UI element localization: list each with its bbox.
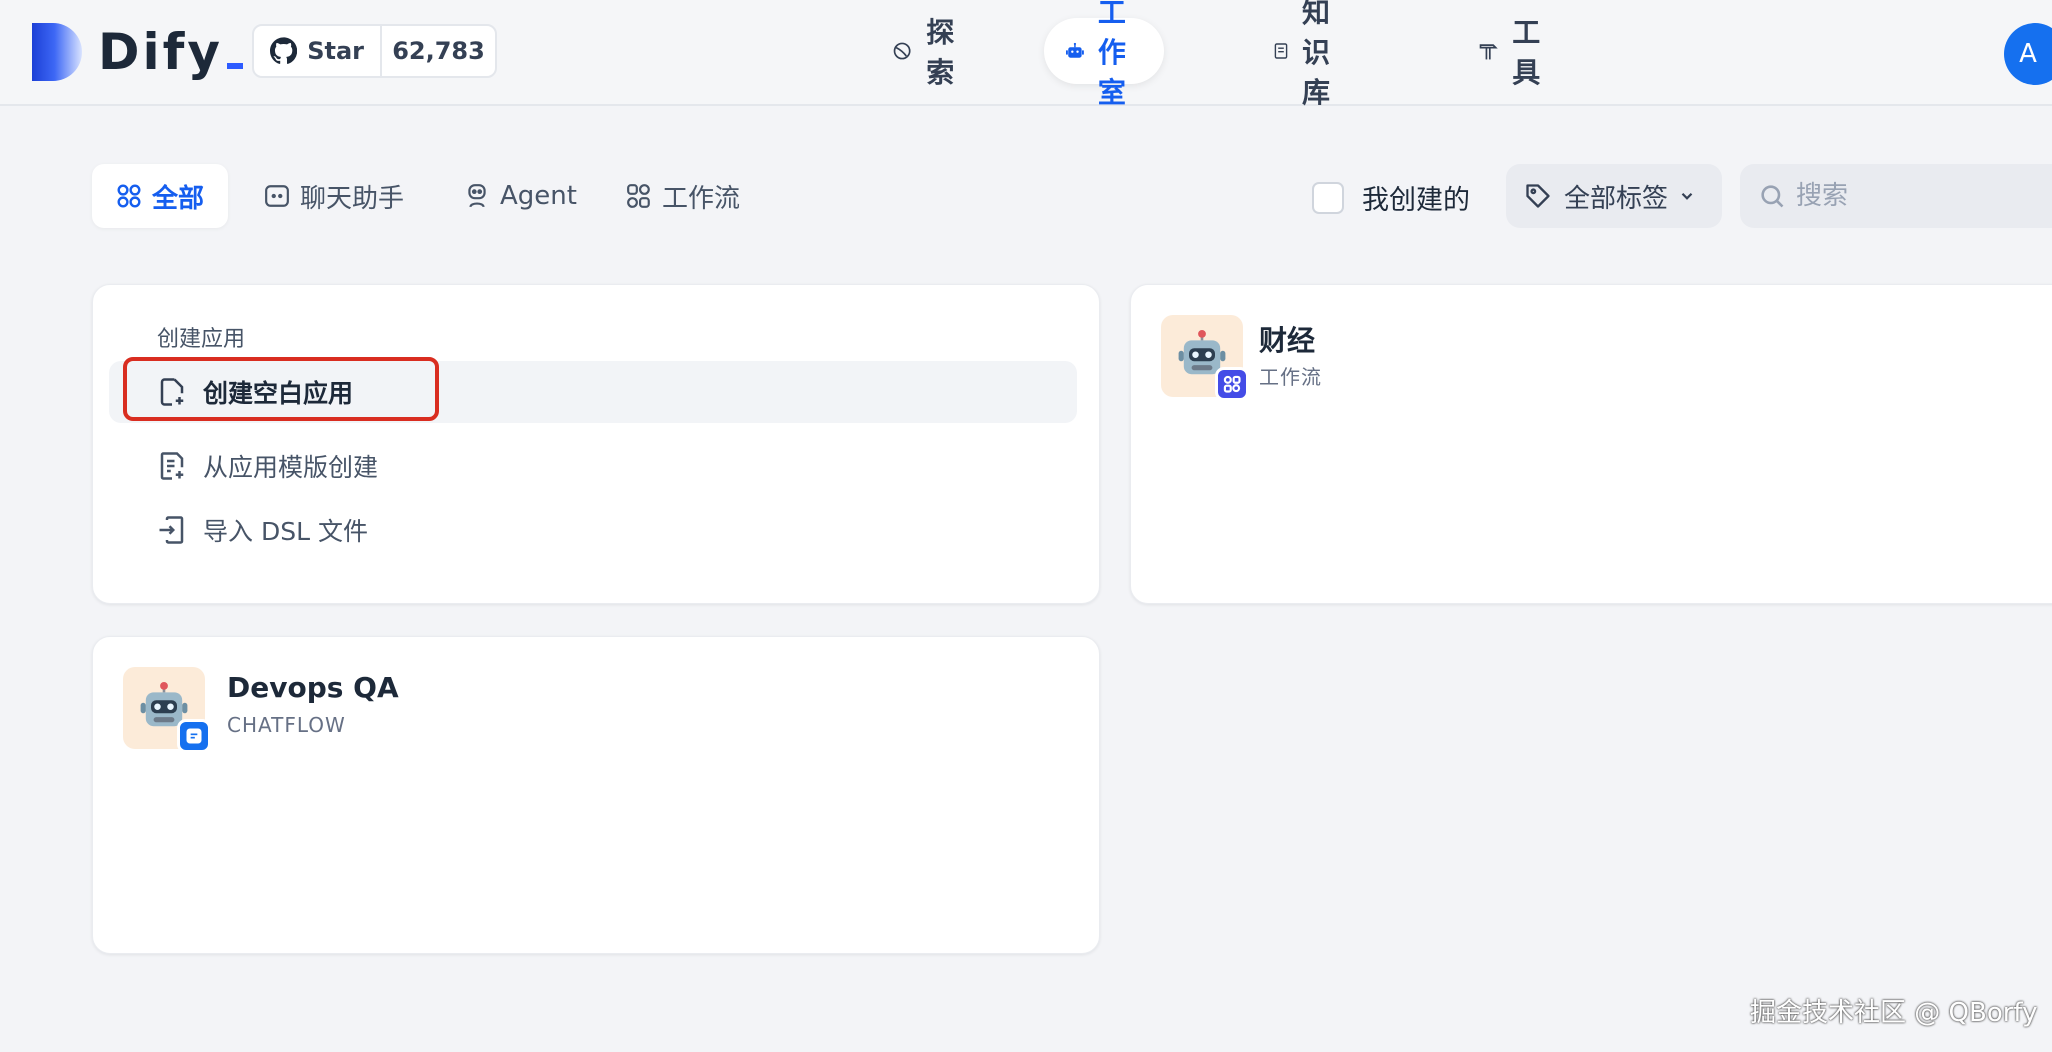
app-type-badge-chatflow [177,719,211,753]
app-type-label: CHATFLOW [227,713,346,737]
import-dsl-button[interactable]: 导入 DSL 文件 [109,499,1077,561]
tab-chat-assistant[interactable]: 聊天助手 [240,164,428,228]
tab-agent[interactable]: Agent [440,164,601,228]
tag-filter-select[interactable]: 全部标签 [1506,164,1722,228]
app-card-devops-qa[interactable]: Devops QA CHATFLOW [92,636,1100,954]
workflow-icon [627,184,650,208]
tab-chat-assistant-label: 聊天助手 [300,183,405,214]
highlight-annotation-box [123,357,439,421]
search-box[interactable] [1740,164,2052,228]
tab-all[interactable]: 全部 [92,164,229,228]
github-star-count[interactable]: 62,783 [382,26,495,76]
nav-studio-label: 工作室 [1097,0,1126,109]
nav-studio[interactable]: 工作室 [1044,0,1165,109]
logo-text: Dify [98,23,243,81]
agent-icon [468,184,486,208]
github-star-button[interactable]: Star [254,26,382,76]
create-from-template-button[interactable]: 从应用模版创建 [109,435,1077,497]
tab-all-label: 全部 [152,183,205,214]
nav-knowledge[interactable]: 知识库 [1252,0,1366,109]
app-type-badge-workflow [1215,367,1249,401]
top-header: Dify Star 62,783 探索 工作室 知识库 工具 A [0,0,2052,109]
nav-tools[interactable]: 工具 [1456,16,1572,89]
tag-filter-label: 全部标签 [1564,183,1669,214]
chevron-down-icon [1681,192,1693,200]
robot-icon [1066,42,1084,58]
my-created-checkbox[interactable] [1312,181,1344,214]
hammer-icon [1479,44,1498,60]
create-from-template-label: 从应用模版创建 [203,453,379,482]
search-icon [1761,185,1784,208]
create-app-title: 创建应用 [157,327,246,352]
import-icon [159,516,184,544]
my-created-label: 我创建的 [1362,185,1470,216]
tab-agent-label: Agent [500,181,577,211]
chat-badge-icon [186,728,202,744]
dify-logo[interactable]: Dify [32,22,243,82]
nav-tools-label: 工具 [1512,16,1541,89]
search-input[interactable] [1796,181,2052,211]
import-dsl-label: 导入 DSL 文件 [203,517,368,546]
compass-icon [893,42,911,60]
app-name: Devops QA [227,671,399,704]
user-avatar[interactable]: A [2004,23,2052,85]
github-icon [270,37,298,64]
app-card-finance[interactable]: 财经 工作流 [1130,284,2052,604]
watermark-text: 掘金技术社区 @ QBorfy [1750,998,2038,1028]
nav-explore[interactable]: 探索 [870,16,986,89]
template-icon [160,452,184,480]
tag-icon [1526,184,1550,208]
book-icon [1274,43,1288,59]
chat-icon [265,185,289,207]
nav-knowledge-label: 知识库 [1302,0,1331,109]
grid-icon [117,184,141,208]
nav-explore-label: 探索 [926,16,955,89]
app-type-label: 工作流 [1259,365,1322,389]
github-star-widget[interactable]: Star 62,783 [252,24,497,78]
tab-workflow-label: 工作流 [662,183,741,214]
app-name: 财经 [1259,324,1316,357]
github-star-label: Star [307,37,364,65]
logo-mark-icon [32,23,82,81]
create-app-card: 创建应用 创建空白应用 从应用模版创建 导入 DSL 文件 [92,284,1100,604]
workflow-badge-icon [1223,375,1241,393]
tab-workflow[interactable]: 工作流 [602,164,764,228]
my-created-filter[interactable]: 我创建的 [1312,178,1470,217]
